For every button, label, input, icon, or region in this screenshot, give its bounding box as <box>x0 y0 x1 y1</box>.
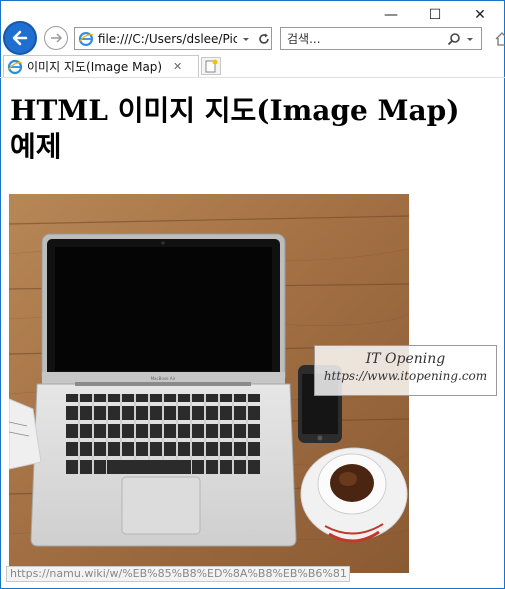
search-input[interactable]: 검색... <box>287 30 447 47</box>
tab-title: 이미지 지도(Image Map) <... <box>27 60 167 74</box>
search-bar[interactable]: 검색... <box>280 27 482 50</box>
forward-button[interactable] <box>44 26 68 50</box>
dropdown-icon[interactable] <box>241 34 251 44</box>
watermark-url: https://www.itopening.com <box>323 369 488 383</box>
ie-tab-icon <box>7 59 23 74</box>
page-title: HTML 이미지 지도(Image Map) 예제 <box>10 94 460 163</box>
home-icon[interactable] <box>495 31 505 47</box>
back-arrow-icon <box>12 30 28 46</box>
toolbar-divider <box>0 77 505 78</box>
watermark: IT Opening https://www.itopening.com <box>314 345 497 396</box>
address-text: file:///C:/Users/dslee/Pictu <box>97 31 238 46</box>
dropdown-icon[interactable] <box>465 34 475 44</box>
refresh-icon[interactable] <box>257 32 271 46</box>
status-bar-url: https://namu.wiki/w/%EB%85%B8%ED%8A%B8%E… <box>6 566 350 582</box>
minimize-button[interactable]: — <box>368 4 414 26</box>
back-button[interactable] <box>3 21 37 55</box>
new-tab-button[interactable] <box>201 57 221 75</box>
watermark-title: IT Opening <box>365 351 446 367</box>
browser-tab[interactable]: 이미지 지도(Image Map) <... ✕ <box>3 55 199 77</box>
new-tab-icon <box>205 59 218 73</box>
close-window-button[interactable]: ✕ <box>457 4 503 26</box>
maximize-button[interactable]: ☐ <box>412 4 458 26</box>
ie-page-icon <box>78 31 94 46</box>
search-icon[interactable] <box>447 32 461 46</box>
address-bar[interactable]: file:///C:/Users/dslee/Pictu <box>74 27 272 50</box>
laptop-brand-text: MacBook Air <box>151 376 176 381</box>
forward-arrow-icon <box>51 33 63 43</box>
tab-close-icon[interactable]: ✕ <box>173 60 182 73</box>
